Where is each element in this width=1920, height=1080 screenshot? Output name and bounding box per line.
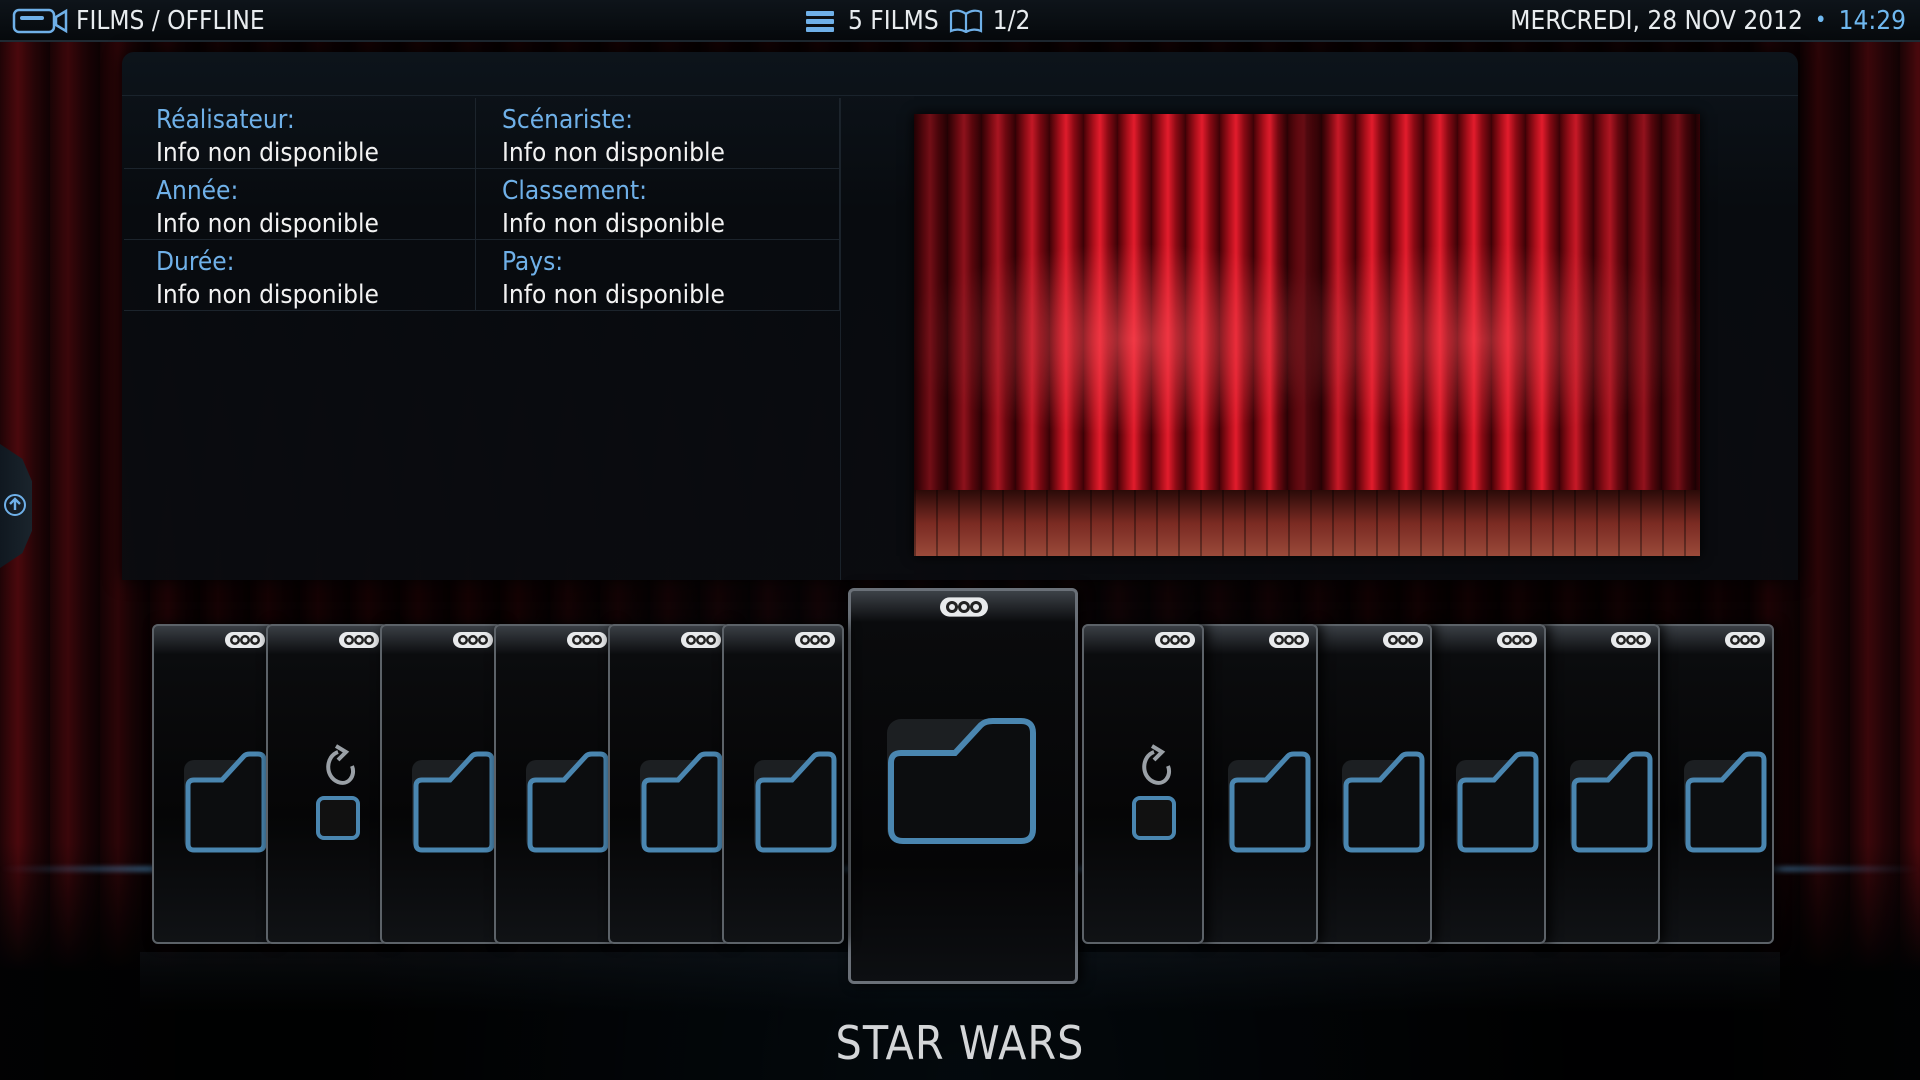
film-reel-icon: [1725, 632, 1765, 648]
year-field: Année: Info non disponible: [124, 169, 476, 239]
carousel-item[interactable]: [152, 624, 274, 944]
cover-carousel: [0, 580, 1920, 1012]
carousel-item[interactable]: [1196, 624, 1318, 944]
breadcrumb-text: FILMS / OFFLINE: [76, 6, 265, 36]
carousel-item[interactable]: [1424, 624, 1546, 944]
field-label: Pays:: [502, 247, 564, 277]
director-field: Réalisateur: Info non disponible: [124, 98, 476, 168]
item-count: 5 FILMS: [848, 6, 939, 36]
carousel-item[interactable]: [608, 624, 730, 944]
field-label: Durée:: [156, 247, 235, 277]
field-value: Info non disponible: [502, 209, 725, 239]
book-icon: [949, 9, 982, 33]
details-grid: Réalisateur: Info non disponible Scénari…: [124, 98, 840, 311]
stage-floor: [914, 490, 1700, 556]
panel-divider: [840, 98, 841, 580]
film-reel-icon: [795, 632, 835, 648]
selected-item-title: STAR WARS: [835, 1016, 1085, 1070]
film-reel-icon: [681, 632, 721, 648]
field-value: Info non disponible: [156, 209, 379, 239]
film-reel-icon: [1383, 632, 1423, 648]
folder-icon: [1456, 751, 1539, 853]
folder-icon: [412, 751, 495, 853]
field-label: Réalisateur:: [156, 105, 295, 135]
field-label: Année:: [156, 176, 239, 206]
carousel-item[interactable]: [494, 624, 616, 944]
folder-icon: [754, 751, 837, 853]
camera-icon: [12, 8, 68, 34]
film-reel-icon: [453, 632, 493, 648]
carousel-item[interactable]: [1538, 624, 1660, 944]
carousel-item[interactable]: [1310, 624, 1432, 944]
carousel-item[interactable]: [848, 588, 1078, 984]
breadcrumb: FILMS / OFFLINE: [12, 0, 265, 42]
field-label: Classement:: [502, 176, 648, 206]
date-text: MERCREDI, 28 NOV 2012: [1510, 6, 1803, 36]
country-field: Pays: Info non disponible: [476, 240, 840, 310]
field-value: Info non disponible: [502, 280, 725, 310]
details-row: Année: Info non disponible Classement: I…: [124, 169, 840, 240]
fanart-image: [914, 114, 1700, 556]
folder-icon: [887, 718, 1036, 844]
date-time-separator: •: [1814, 8, 1827, 33]
list-icon: [806, 11, 834, 32]
film-reel-icon: [1155, 632, 1195, 648]
film-reel-icon: [1497, 632, 1537, 648]
details-row: Durée: Info non disponible Pays: Info no…: [124, 240, 840, 311]
film-reel-icon: [339, 632, 379, 648]
writer-field: Scénariste: Info non disponible: [476, 98, 840, 168]
duration-field: Durée: Info non disponible: [124, 240, 476, 310]
film-reel-icon: [1269, 632, 1309, 648]
time-text: 14:29: [1838, 6, 1906, 36]
folder-icon: [1570, 751, 1653, 853]
film-reel-icon: [567, 632, 607, 648]
carousel-item[interactable]: [1082, 624, 1204, 944]
folder-icon: [526, 751, 609, 853]
film-reel-icon: [1611, 632, 1651, 648]
folder-icon: [1684, 751, 1767, 853]
film-reel-icon: [225, 632, 265, 648]
parent-folder-icon: [1132, 744, 1176, 840]
panel-header: [122, 52, 1798, 96]
carousel-item[interactable]: [1652, 624, 1774, 944]
folder-icon: [1342, 751, 1425, 853]
parent-folder-icon: [316, 744, 360, 840]
arrow-up-circle-icon: [4, 494, 26, 516]
field-value: Info non disponible: [156, 138, 379, 168]
top-bar: FILMS / OFFLINE 5 FILMS 1/2 MERCREDI, 28…: [0, 0, 1920, 42]
field-value: Info non disponible: [502, 138, 725, 168]
carousel-item[interactable]: [380, 624, 502, 944]
rating-field: Classement: Info non disponible: [476, 169, 840, 239]
film-reel-icon: [940, 597, 988, 617]
carousel-item[interactable]: [722, 624, 844, 944]
stage-curtain: [914, 114, 1700, 490]
carousel-item[interactable]: [266, 624, 388, 944]
details-row: Réalisateur: Info non disponible Scénari…: [124, 98, 840, 169]
folder-icon: [640, 751, 723, 853]
field-value: Info non disponible: [156, 280, 379, 310]
clock-area: MERCREDI, 28 NOV 2012 • 14:29: [1510, 0, 1906, 42]
folder-icon: [1228, 751, 1311, 853]
view-info: 5 FILMS 1/2: [806, 0, 1030, 42]
field-label: Scénariste:: [502, 105, 634, 135]
page-indicator: 1/2: [992, 6, 1031, 36]
folder-icon: [184, 751, 267, 853]
